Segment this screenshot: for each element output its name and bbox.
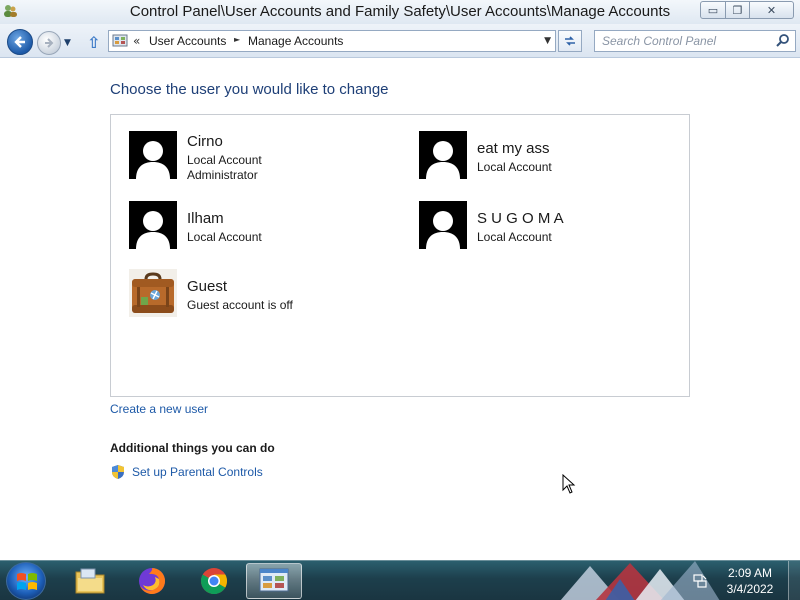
windows-logo-icon <box>17 573 37 590</box>
close-button[interactable]: ✕ <box>750 1 794 19</box>
breadcrumb-separator-icon[interactable]: ► <box>234 35 240 44</box>
account-type: Local Account <box>187 153 262 167</box>
breadcrumb-overflow-chevron[interactable]: « <box>133 34 140 48</box>
address-bar[interactable]: « User Accounts ► Manage Accounts ▼ <box>108 30 556 52</box>
start-button[interactable] <box>6 562 46 600</box>
clock-date: 3/4/2022 <box>726 582 774 596</box>
breadcrumb-user-accounts[interactable]: User Accounts <box>149 34 226 48</box>
search-placeholder: Search Control Panel <box>602 34 717 48</box>
window-title: Control Panel\User Accounts and Family S… <box>129 3 671 20</box>
show-desktop-button[interactable] <box>788 561 800 600</box>
account-type: Local Account <box>187 230 262 244</box>
account-name: S U G O M A <box>477 210 564 227</box>
account-name: Ilham <box>187 210 224 227</box>
taskbar-explorer[interactable] <box>62 563 118 599</box>
taskbar-control-panel[interactable] <box>246 563 302 599</box>
accounts-list: Cirno Local Account Administrator eat my… <box>110 114 690 397</box>
account-type: Local Account <box>477 230 552 244</box>
account-name: Guest <box>187 278 228 295</box>
caption-buttons: ▭ ❐ ✕ <box>700 1 794 19</box>
system-clock[interactable]: 2:09 AM 3/4/2022 <box>720 565 780 597</box>
account-type: Local Account <box>477 160 552 174</box>
arrow-right-icon <box>45 38 54 48</box>
account-sugoma[interactable]: S U G O M A Local Account <box>419 201 679 251</box>
clock-time: 2:09 AM <box>727 566 773 580</box>
account-status: Guest account is off <box>187 298 293 312</box>
user-silhouette-icon <box>419 131 467 179</box>
restore-icon: ❐ <box>732 3 743 17</box>
chrome-icon <box>200 568 228 595</box>
account-cirno[interactable]: Cirno Local Account Administrator <box>129 131 389 182</box>
parental-controls-link[interactable]: Set up Parental Controls <box>132 465 263 479</box>
taskbar-firefox[interactable] <box>124 563 180 599</box>
account-eat-my-ass[interactable]: eat my ass Local Account <box>419 131 679 181</box>
minimize-icon: ▭ <box>707 3 719 17</box>
close-icon: ✕ <box>766 3 777 17</box>
folder-icon <box>75 568 105 594</box>
create-new-user-link[interactable]: Create a new user <box>110 402 208 416</box>
uac-shield-icon <box>112 465 124 479</box>
page-title: Choose the user you would like to change <box>110 81 389 98</box>
minimize-button[interactable]: ▭ <box>700 1 726 19</box>
mouse-pointer-icon <box>562 474 576 494</box>
account-guest[interactable]: Guest Guest account is off <box>129 269 389 319</box>
taskbar-chrome[interactable] <box>186 563 242 599</box>
restore-button[interactable]: ❐ <box>726 1 750 19</box>
up-arrow-icon[interactable]: ⇧ <box>87 33 100 52</box>
firefox-icon <box>139 568 165 594</box>
title-bar: Control Panel\User Accounts and Family S… <box>0 0 800 24</box>
search-icon[interactable] <box>775 33 791 49</box>
user-silhouette-icon <box>129 131 177 179</box>
control-panel-window-icon <box>259 568 289 592</box>
breadcrumb-manage-accounts[interactable]: Manage Accounts <box>248 34 343 48</box>
account-name: eat my ass <box>477 140 550 157</box>
network-icon[interactable] <box>692 573 708 589</box>
additional-things-heading: Additional things you can do <box>110 441 275 455</box>
user-silhouette-icon <box>419 201 467 249</box>
account-role: Administrator <box>187 168 258 182</box>
account-ilham[interactable]: Ilham Local Account <box>129 201 389 251</box>
address-dropdown-icon[interactable]: ▼ <box>544 36 551 46</box>
search-box[interactable]: Search Control Panel <box>594 30 796 52</box>
refresh-button[interactable] <box>558 30 582 52</box>
user-silhouette-icon <box>129 201 177 249</box>
recent-pages-dropdown[interactable]: ▼ <box>64 38 71 48</box>
arrow-left-icon <box>14 36 25 48</box>
taskbar: 2:09 AM 3/4/2022 <box>0 560 800 600</box>
suitcase-icon <box>129 269 177 317</box>
account-name: Cirno <box>187 133 223 150</box>
control-panel-icon <box>112 34 128 47</box>
forward-button[interactable] <box>37 31 61 55</box>
back-button[interactable] <box>7 29 33 55</box>
refresh-icon <box>565 36 575 46</box>
